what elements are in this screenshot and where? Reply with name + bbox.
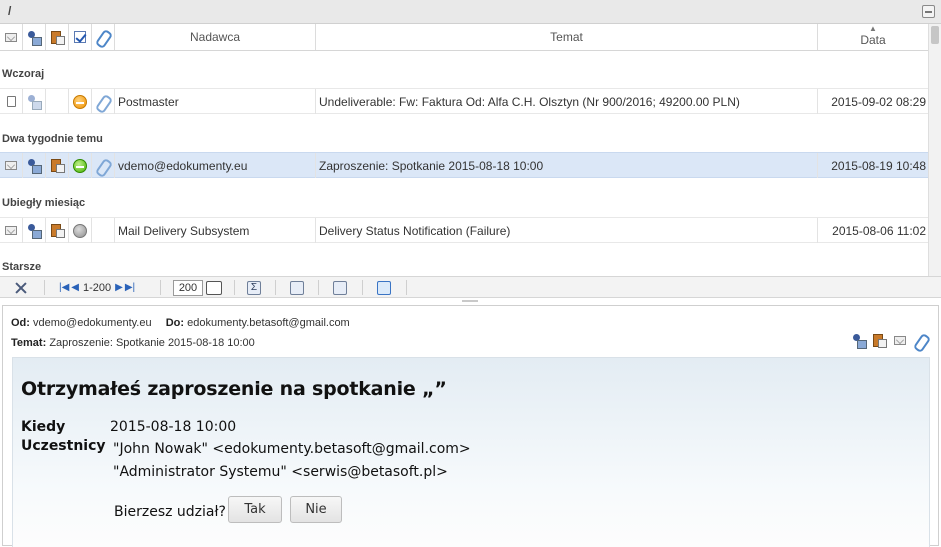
preview-from-to: Od: vdemo@edokumenty.eu Do: edokumenty.b… xyxy=(11,317,350,329)
attachment-icon[interactable] xyxy=(96,95,110,109)
from-label: Od: xyxy=(11,317,30,329)
assign-contact-icon[interactable] xyxy=(853,334,867,349)
row-sender: Mail Delivery Subsystem xyxy=(115,218,316,243)
page-size-input[interactable]: 200 xyxy=(173,279,203,296)
message-list: Wczoraj Postmaster Undeliverable: Fw: Fa… xyxy=(0,51,928,276)
tools-icon[interactable] xyxy=(14,281,28,295)
participant-item: "John Nowak" <edokumenty.betasoft@gmail.… xyxy=(113,441,471,457)
sum-icon[interactable]: Σ xyxy=(247,280,261,295)
columns-icon[interactable] xyxy=(290,280,304,295)
to-value: edokumenty.betasoft@gmail.com xyxy=(187,317,350,329)
panel-settings-icon[interactable] xyxy=(922,5,935,18)
envelope-icon xyxy=(5,226,17,235)
page-size-list-icon[interactable] xyxy=(206,280,222,295)
subject-label: Temat: xyxy=(11,337,47,349)
group-header: Wczoraj xyxy=(2,68,45,80)
contact-icon[interactable] xyxy=(28,95,42,110)
status-gray-icon xyxy=(73,223,87,238)
col-task[interactable] xyxy=(69,24,92,50)
col-attachment[interactable] xyxy=(92,24,115,50)
scrollbar-thumb[interactable] xyxy=(931,26,939,44)
attachment-icon[interactable] xyxy=(914,334,928,348)
list-scrollbar[interactable] xyxy=(928,24,941,276)
group-header: Starsze xyxy=(2,261,42,273)
next-page-icon[interactable]: ▶ xyxy=(115,282,123,293)
envelope-icon xyxy=(5,32,17,42)
row-subject: Delivery Status Notification (Failure) xyxy=(316,218,818,243)
case-icon[interactable] xyxy=(50,224,65,238)
col-date-label: Data xyxy=(860,33,886,47)
contact-icon[interactable] xyxy=(28,224,42,239)
page-icon xyxy=(6,96,16,107)
row-date: 2015-08-19 10:48 xyxy=(831,158,926,173)
pagination: |◀ ◀ 1-200 ▶ ▶| xyxy=(58,277,136,298)
folder-path: / xyxy=(8,4,12,18)
table-row-selected[interactable]: vdemo@edokumenty.eu Zaproszenie: Spotkan… xyxy=(0,152,928,178)
page-range: 1-200 xyxy=(83,281,112,294)
preview-actions xyxy=(853,334,928,349)
table-row[interactable]: Postmaster Undeliverable: Fw: Faktura Od… xyxy=(0,88,928,114)
col-read-status[interactable] xyxy=(0,24,23,50)
when-value: 2015-08-18 10:00 xyxy=(110,419,237,435)
participants-label: Uczestnicy xyxy=(21,438,106,454)
participant-item: "Administrator Systemu" <serwis@betasoft… xyxy=(113,464,448,480)
col-sender[interactable]: Nadawca xyxy=(115,24,316,50)
attachment-icon[interactable] xyxy=(96,159,110,173)
attachment-icon xyxy=(96,30,110,44)
when-label: Kiedy xyxy=(21,419,66,435)
accept-button[interactable]: Tak xyxy=(228,496,282,523)
first-page-icon[interactable]: |◀ xyxy=(59,282,69,293)
preview-subject: Temat: Zaproszenie: Spotkanie 2015-08-18… xyxy=(11,337,255,349)
subject-value: Zaproszenie: Spotkanie 2015-08-18 10:00 xyxy=(49,337,255,349)
task-check-icon xyxy=(74,31,86,43)
contact-icon xyxy=(28,30,42,46)
table-row[interactable]: Mail Delivery Subsystem Delivery Status … xyxy=(0,217,928,243)
decline-button[interactable]: Nie xyxy=(290,496,342,523)
row-subject: Undeliverable: Fw: Faktura Od: Alfa C.H.… xyxy=(316,89,818,114)
assign-case-icon[interactable] xyxy=(873,334,887,348)
envelope-icon xyxy=(5,161,17,170)
row-sender: vdemo@edokumenty.eu xyxy=(115,153,316,178)
row-subject: Zaproszenie: Spotkanie 2015-08-18 10:00 xyxy=(316,153,818,178)
status-orange-icon xyxy=(73,94,87,109)
last-page-icon[interactable]: ▶| xyxy=(125,282,135,293)
pane-splitter[interactable] xyxy=(462,300,478,302)
to-label: Do: xyxy=(165,317,185,329)
invitation-panel: Otrzymałeś zaproszenie na spotkanie „” K… xyxy=(12,357,930,547)
message-preview: Od: vdemo@edokumenty.eu Do: edokumenty.b… xyxy=(2,305,939,547)
attendance-question: Bierzesz udział? xyxy=(114,504,226,520)
col-case[interactable] xyxy=(46,24,69,50)
path-bar: / xyxy=(0,0,941,24)
refresh-icon[interactable] xyxy=(377,280,391,295)
col-subject[interactable]: Temat xyxy=(316,24,818,50)
row-date: 2015-08-06 11:02 xyxy=(832,223,926,238)
row-sender: Postmaster xyxy=(115,89,316,114)
group-header: Dwa tygodnie temu xyxy=(2,133,103,145)
sort-arrow-icon: ▲ xyxy=(869,24,877,33)
mail-action-icon[interactable] xyxy=(894,336,906,345)
from-value: vdemo@edokumenty.eu xyxy=(33,317,152,329)
calculator-icon[interactable] xyxy=(333,280,347,295)
col-date[interactable]: ▲ Data xyxy=(818,24,928,50)
message-grid-header: Nadawca Temat ▲ Data xyxy=(0,24,928,51)
case-icon[interactable] xyxy=(50,159,65,173)
case-icon xyxy=(50,30,65,45)
col-contact[interactable] xyxy=(23,24,46,50)
row-date: 2015-09-02 08:29 xyxy=(831,94,926,109)
group-header: Ubiegły miesiąc xyxy=(2,197,86,209)
prev-page-icon[interactable]: ◀ xyxy=(71,282,79,293)
contact-icon[interactable] xyxy=(28,159,42,174)
invitation-title: Otrzymałeś zaproszenie na spotkanie „” xyxy=(21,378,447,400)
status-green-icon xyxy=(73,158,87,173)
pager-toolbar: |◀ ◀ 1-200 ▶ ▶| 200 Σ xyxy=(0,276,941,298)
